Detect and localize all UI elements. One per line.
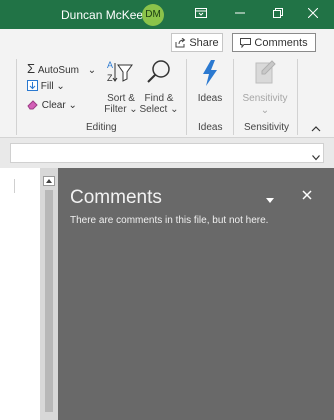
user-name[interactable]: Duncan McKeen [61, 8, 150, 22]
share-icon [175, 37, 186, 47]
formula-input[interactable] [10, 143, 324, 163]
chevron-down-icon: ⌄ [68, 100, 77, 111]
ribbon-display-options-button[interactable] [184, 0, 218, 29]
close-window-button[interactable] [296, 0, 330, 29]
expand-formula-bar-button[interactable] [312, 148, 324, 161]
pane-options-button[interactable] [266, 190, 280, 204]
autosum-label: AutoSum [37, 65, 79, 76]
find-select-label: Find & Select ⌄ [139, 93, 179, 115]
chevron-up-icon [311, 126, 321, 132]
ribbon-display-icon [195, 8, 207, 18]
clear-label: Clear [41, 100, 66, 111]
collapse-ribbon-button[interactable] [308, 119, 324, 135]
chevron-down-icon [312, 155, 320, 161]
sort-filter-button[interactable]: A Z Sort & Filter ⌄ [104, 59, 138, 119]
minimize-icon [235, 12, 245, 14]
editing-group-label: Editing [86, 122, 117, 133]
eraser-icon [27, 100, 38, 110]
sort-filter-label: Sort & Filter ⌄ [104, 93, 138, 115]
find-select-button[interactable]: Find & Select ⌄ [139, 59, 179, 119]
scroll-thumb[interactable] [45, 190, 53, 412]
share-row: Share Comments [0, 29, 334, 55]
clear-button[interactable]: Clear ⌄ [27, 99, 77, 111]
svg-text:A: A [107, 60, 113, 70]
chevron-down-icon: ⌄ [260, 105, 270, 116]
scroll-up-button[interactable] [43, 176, 55, 186]
chevron-down-icon: ⌄ [87, 65, 97, 76]
comments-pane: Comments There are comments in this file… [58, 168, 334, 420]
ideas-label: Ideas [197, 93, 223, 104]
sigma-icon: Σ [27, 61, 36, 76]
sensitivity-icon [255, 60, 276, 84]
ideas-group-label: Ideas [198, 122, 223, 133]
comment-icon [240, 37, 252, 48]
close-icon [302, 190, 312, 200]
sort-filter-icon: A Z [107, 60, 133, 83]
svg-text:Z: Z [107, 73, 113, 83]
lightning-icon [203, 60, 217, 86]
triangle-down-icon [266, 198, 274, 203]
close-pane-button[interactable] [302, 187, 316, 201]
sensitivity-group-label: Sensitivity [244, 122, 290, 133]
autosum-button[interactable]: Σ AutoSum ⌄ [27, 61, 96, 76]
title-bar: Duncan McKeen DM [0, 0, 334, 29]
group-separator [233, 59, 234, 135]
formula-bar [0, 138, 334, 168]
close-icon [307, 7, 319, 19]
restore-icon [273, 8, 283, 18]
worksheet-area[interactable] [0, 168, 40, 420]
magnifier-icon [147, 60, 170, 83]
share-button[interactable]: Share [171, 33, 223, 52]
comments-label: Comments [254, 36, 308, 49]
chevron-down-icon: ⌄ [56, 81, 65, 92]
minimize-button[interactable] [223, 0, 257, 29]
group-separator [186, 59, 187, 135]
pane-message: There are comments in this file, but not… [70, 215, 269, 226]
ribbon: Σ AutoSum ⌄ Fill ⌄ Clear ⌄ A Z Sort & Fi… [0, 55, 334, 138]
sensitivity-label: Sensitivity [242, 93, 288, 104]
group-separator [297, 59, 298, 135]
triangle-up-icon [46, 179, 52, 183]
pane-title: Comments [70, 187, 162, 208]
fill-button[interactable]: Fill ⌄ [27, 80, 65, 92]
fill-down-icon [27, 80, 38, 91]
fill-label: Fill [40, 81, 54, 92]
avatar[interactable]: DM [142, 4, 164, 26]
group-separator [16, 59, 17, 135]
vertical-scrollbar[interactable] [40, 168, 58, 420]
restore-button[interactable] [261, 0, 295, 29]
sensitivity-button[interactable]: Sensitivity ⌄ [238, 59, 292, 119]
comments-button[interactable]: Comments [232, 33, 316, 52]
ideas-button[interactable]: Ideas [192, 59, 228, 119]
share-label: Share [189, 36, 219, 49]
cell-divider [14, 179, 15, 193]
